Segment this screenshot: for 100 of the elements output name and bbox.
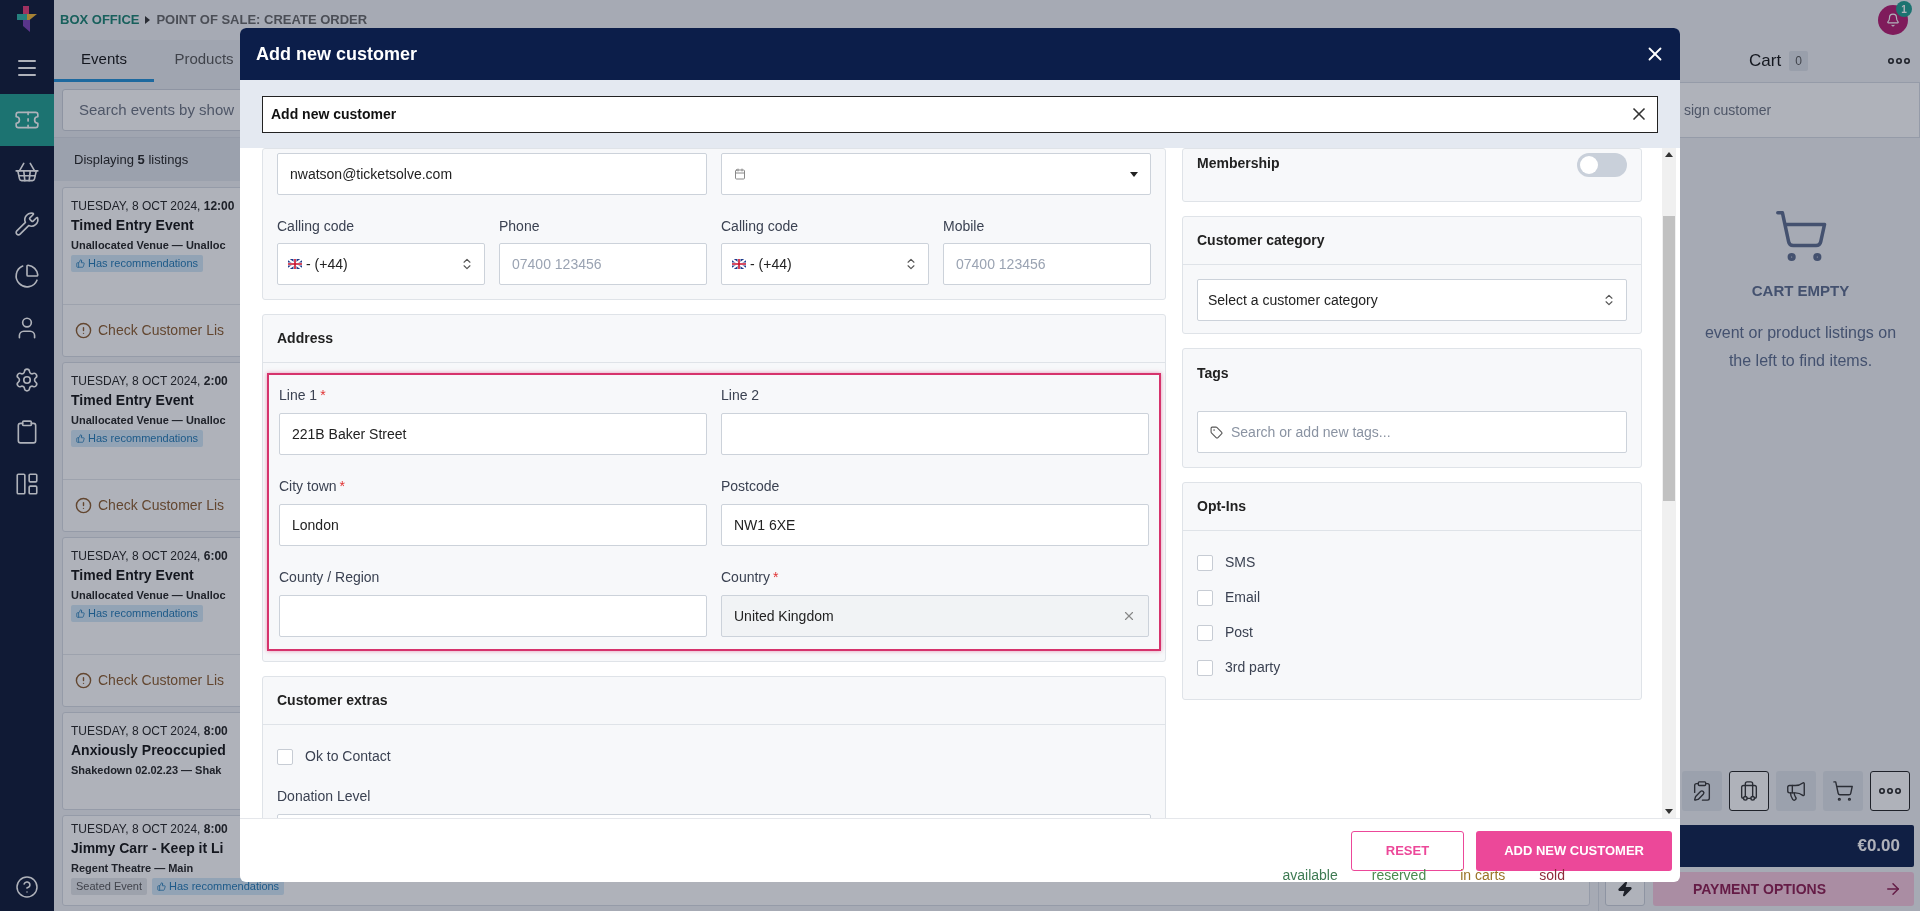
alert-icon [75,497,92,514]
cart-icon [1832,780,1854,802]
thumbs-up-icon [76,434,85,443]
event-venue: Regent Theatre — Main [71,861,195,876]
lightning-icon [1617,881,1633,897]
event-date: TUESDAY, 8 OCT 2024, 8:00 [71,821,229,837]
field-label: City town [279,476,337,496]
text-field[interactable]: London [279,504,707,546]
scroll-up-icon[interactable] [1665,152,1673,157]
event-title: Jimmy Carr - Keep it Li [71,839,225,858]
cart-tool-button[interactable] [1729,771,1769,811]
card-title: Customer extras [277,691,388,710]
checkbox[interactable] [1197,589,1213,606]
thumbs-up-icon [157,882,167,891]
category-select[interactable]: Select a customer category [1197,279,1627,321]
caret-icon [1130,171,1138,177]
cart-tool-button[interactable] [1823,771,1863,811]
cart-title: Cart [1749,50,1782,73]
event-venue: Unallocated Venue — Unalloc [71,588,227,603]
checkbox[interactable] [277,748,293,765]
search-field[interactable]: Add new customer [262,95,1658,133]
layout-icon [14,471,40,497]
phone-field[interactable]: 07400 123456 [499,243,707,285]
field-label: Mobile [943,216,986,236]
card-title: Tags [1197,363,1229,383]
country-select[interactable]: United Kingdom [721,595,1149,637]
flag-icon [732,259,746,269]
event-tag: Has recommendations [152,878,285,895]
arrow-icon [1884,880,1902,898]
field-label: Calling code [721,216,800,236]
calendar-icon [734,168,746,180]
availability-legend: available [1282,865,1338,886]
calling-code-select[interactable]: - (+44) [721,243,929,285]
flag-icon [288,259,302,269]
event-tag: Has recommendations [71,255,204,272]
more-icon [1879,788,1901,794]
text-field[interactable] [279,595,707,637]
cart-tool-button[interactable] [1776,771,1816,811]
card-title: Customer category [1197,231,1325,250]
cart-tool-button[interactable] [1682,771,1722,811]
checkbox[interactable] [1197,624,1213,641]
calling-code-select[interactable]: - (+44) [277,243,485,285]
tab[interactable]: Products [154,40,254,82]
phone-field[interactable]: 07400 123456 [943,243,1151,285]
event-title: Timed Entry Event [71,216,195,235]
required-mark: * [339,476,346,496]
more-button[interactable] [1870,771,1910,811]
scrollbar[interactable] [1662,148,1676,818]
caret-icon [145,16,151,24]
field-label: Calling code [277,216,356,236]
event-date: TUESDAY, 8 OCT 2024, 8:00 [71,723,229,739]
scroll-down-icon[interactable] [1665,809,1673,814]
clipboard-pen-icon [1691,780,1713,802]
wrench-icon [14,211,40,237]
card-title: Opt-Ins [1197,497,1246,516]
event-title: Anxiously Preoccupied [71,741,227,760]
text-field[interactable]: NW1 6XE [721,504,1149,546]
warning-text: Check Customer Lis [98,671,225,690]
email-field[interactable]: nwatson@ticketsolve.com [277,153,707,195]
field-label: Phone [499,216,541,236]
more-icon[interactable] [1888,58,1910,64]
field-label: Postcode [721,476,780,496]
checkbox-label: Ok to Contact [305,747,391,766]
field-label: Line 2 [721,385,760,405]
checkbox[interactable] [1197,659,1213,676]
date-field[interactable] [721,153,1151,195]
cart-count: 0 [1789,51,1808,71]
checkbox-label: 3rd party [1225,658,1281,677]
thumbs-up-icon [76,259,85,268]
checkbox[interactable] [1197,554,1213,571]
field-label: Country [721,567,771,587]
membership-label: Membership [1197,154,1280,173]
field-label: Donation Level [277,787,372,806]
alert-icon [75,672,92,689]
event-venue: Unallocated Venue — Unalloc [71,238,227,253]
settings-icon [14,367,40,393]
event-tag: Has recommendations [71,430,204,447]
alert-icon [75,322,92,339]
event-venue: Shakedown 02.02.23 — Shak [71,763,223,778]
text-field[interactable] [721,413,1149,455]
help-icon[interactable] [15,875,39,899]
event-title: Timed Entry Event [71,391,195,410]
chart-icon [14,263,40,289]
card-title: Address [277,329,334,348]
modal-title: Add new customer [256,42,418,66]
event-tag: Seated Event [71,878,148,895]
text-field[interactable]: 221B Baker Street [279,413,707,455]
event-date: TUESDAY, 8 OCT 2024, 2:00 [71,373,229,389]
field-label: County / Region [279,567,380,587]
warning-text: Check Customer Lis [98,496,225,515]
checkbox-label: SMS [1225,553,1256,572]
empty-text: event or product listings on the left to find items. [1703,322,1898,371]
field-label: Line 1 [279,385,318,405]
tag-icon [1210,425,1223,439]
megaphone-icon [1785,780,1807,802]
warning-text: Check Customer Lis [98,321,225,340]
logo-icon [17,6,37,32]
membership-toggle[interactable] [1577,153,1627,177]
event-tag: Has recommendations [71,605,204,622]
required-mark: * [320,385,326,405]
